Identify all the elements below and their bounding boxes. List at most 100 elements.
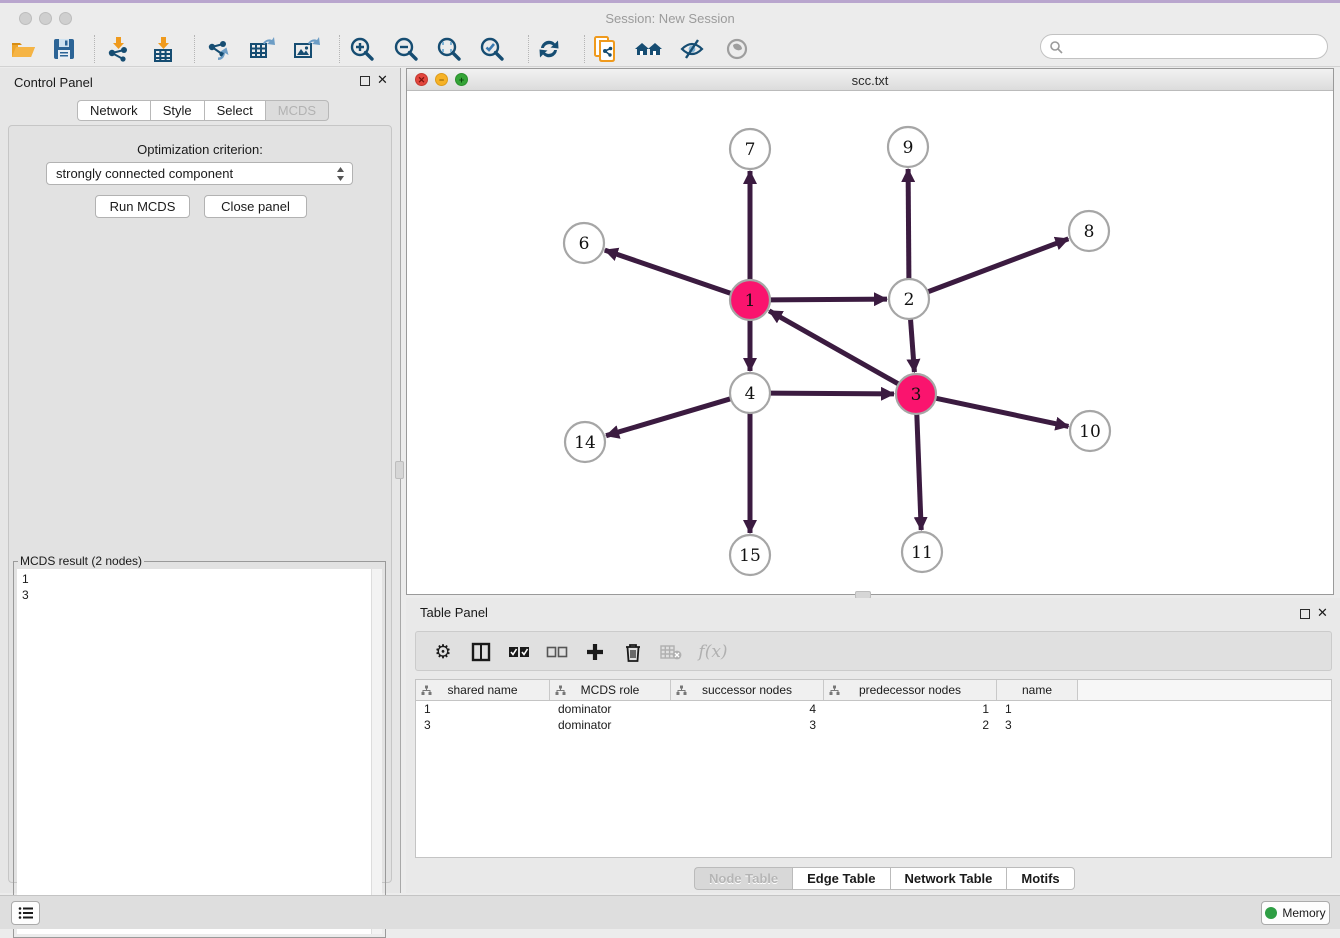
tab-motifs[interactable]: Motifs <box>1006 867 1074 890</box>
tab-node-table[interactable]: Node Table <box>694 867 792 890</box>
table-panel-header: Table Panel ✕ <box>406 598 1340 626</box>
zoom-out-button[interactable] <box>389 32 423 66</box>
column-header-mcds-role[interactable]: MCDS role <box>550 680 671 700</box>
run-mcds-button[interactable]: Run MCDS <box>95 195 190 218</box>
cell-name[interactable]: 3 <box>997 717 1078 733</box>
show-columns-button[interactable] <box>466 637 496 667</box>
graph-edge-2-3[interactable] <box>911 319 915 372</box>
add-column-button[interactable] <box>580 637 610 667</box>
search-input[interactable] <box>1063 40 1313 54</box>
hide-selected-button[interactable] <box>675 32 709 66</box>
delete-column-button[interactable] <box>618 637 648 667</box>
float-icon[interactable] <box>1300 609 1310 619</box>
close-panel-button[interactable]: Close panel <box>204 195 307 218</box>
cell-predecessor-nodes[interactable]: 2 <box>824 717 997 733</box>
float-icon[interactable] <box>360 76 370 86</box>
mcds-result-text[interactable]: 1 3 <box>17 569 371 934</box>
column-header-successor-nodes[interactable]: successor nodes <box>671 680 824 700</box>
graph-node-label-2: 2 <box>904 290 915 310</box>
select-all-button[interactable] <box>504 637 534 667</box>
cell-predecessor-nodes[interactable]: 1 <box>824 701 997 717</box>
network-graph: 7968124314101511 <box>407 91 1333 594</box>
cell-successor-nodes[interactable]: 4 <box>671 701 824 717</box>
vertical-splitter-handle[interactable] <box>395 461 404 479</box>
table-row[interactable]: 1 dominator 4 1 1 <box>416 701 1331 717</box>
control-panel-tabs: Network Style Select MCDS <box>77 100 329 121</box>
tab-mcds[interactable]: MCDS <box>265 100 329 121</box>
main-titlebar: Session: New Session <box>0 6 1340 30</box>
graph-edge-2-9[interactable] <box>908 169 909 279</box>
task-history-button[interactable] <box>11 901 40 925</box>
table-panel: Table Panel ✕ ⚙ <box>406 598 1340 893</box>
save-session-button[interactable] <box>47 32 81 66</box>
cell-successor-nodes[interactable]: 3 <box>671 717 824 733</box>
status-bar: Memory <box>0 895 1340 929</box>
zoom-fit-icon <box>435 35 463 63</box>
tab-style[interactable]: Style <box>150 100 204 121</box>
graph-node-label-10: 10 <box>1079 422 1101 442</box>
graph-edge-2-8[interactable] <box>928 239 1069 292</box>
export-table-icon <box>248 35 276 63</box>
graph-edge-1-6[interactable] <box>605 250 731 293</box>
show-all-button[interactable] <box>720 32 754 66</box>
cell-shared-name[interactable]: 3 <box>416 717 550 733</box>
import-network-button[interactable] <box>101 32 135 66</box>
criterion-dropdown[interactable]: strongly connected component <box>46 162 353 185</box>
import-table-button[interactable] <box>146 32 180 66</box>
column-header-predecessor-nodes[interactable]: predecessor nodes <box>824 680 997 700</box>
column-header-name[interactable]: name <box>997 680 1078 700</box>
result-scrollbar[interactable] <box>371 569 382 934</box>
table-tabs: Node Table Edge Table Network Table Moti… <box>694 867 1075 890</box>
apply-layout-button[interactable] <box>532 32 566 66</box>
tab-network-table[interactable]: Network Table <box>890 867 1007 890</box>
first-neighbors-button[interactable] <box>632 32 666 66</box>
graph-edge-4-14[interactable] <box>606 399 731 436</box>
zoom-selected-icon <box>478 35 506 63</box>
export-image-button[interactable] <box>289 32 323 66</box>
zoom-selected-button[interactable] <box>475 32 509 66</box>
table-row[interactable]: 3 dominator 3 2 3 <box>416 717 1331 733</box>
network-canvas[interactable]: 7968124314101511 <box>407 91 1333 594</box>
export-network-button[interactable] <box>201 32 235 66</box>
memory-status-icon <box>1265 907 1277 919</box>
graph-edge-3-1[interactable] <box>769 311 899 384</box>
main-toolbar <box>0 30 1340 67</box>
graph-edge-3-10[interactable] <box>936 398 1069 426</box>
mcds-result-group: MCDS result (2 nodes) 1 3 <box>13 554 386 938</box>
zoom-in-button[interactable] <box>345 32 379 66</box>
graph-edge-4-3[interactable] <box>770 393 894 394</box>
cell-name[interactable]: 1 <box>997 701 1078 717</box>
close-icon[interactable]: ✕ <box>1317 606 1328 621</box>
toolbar-separator <box>528 35 529 63</box>
application-window: Session: New Session <box>0 0 1340 926</box>
cell-mcds-role[interactable]: dominator <box>550 717 671 733</box>
memory-label: Memory <box>1282 906 1325 920</box>
export-table-button[interactable] <box>245 32 279 66</box>
close-icon[interactable]: ✕ <box>377 73 388 88</box>
duplicate-network-icon <box>591 35 619 63</box>
deselect-all-button[interactable] <box>542 637 572 667</box>
open-file-button[interactable] <box>6 32 40 66</box>
export-network-icon <box>204 35 232 63</box>
refresh-icon <box>535 35 563 63</box>
tab-select[interactable]: Select <box>204 100 265 121</box>
open-folder-icon <box>9 35 37 63</box>
graph-edge-1-2[interactable] <box>770 299 887 300</box>
function-builder-button[interactable]: f(x) <box>694 637 732 667</box>
tab-edge-table[interactable]: Edge Table <box>792 867 889 890</box>
duplicate-network-button[interactable] <box>588 32 622 66</box>
graph-edge-3-11[interactable] <box>917 414 921 530</box>
network-window-titlebar[interactable]: ✕ − + scc.txt <box>407 69 1333 91</box>
toolbar-separator <box>584 35 585 63</box>
zoom-fit-button[interactable] <box>432 32 466 66</box>
delete-table-button[interactable] <box>656 637 686 667</box>
cell-mcds-role[interactable]: dominator <box>550 701 671 717</box>
memory-button[interactable]: Memory <box>1261 901 1330 925</box>
fx-icon: f(x) <box>698 642 727 662</box>
table-settings-button[interactable]: ⚙ <box>428 637 458 667</box>
search-field[interactable] <box>1040 34 1328 59</box>
tab-network[interactable]: Network <box>77 100 150 121</box>
column-header-shared-name[interactable]: shared name <box>416 680 550 700</box>
export-image-icon <box>292 35 320 63</box>
cell-shared-name[interactable]: 1 <box>416 701 550 717</box>
